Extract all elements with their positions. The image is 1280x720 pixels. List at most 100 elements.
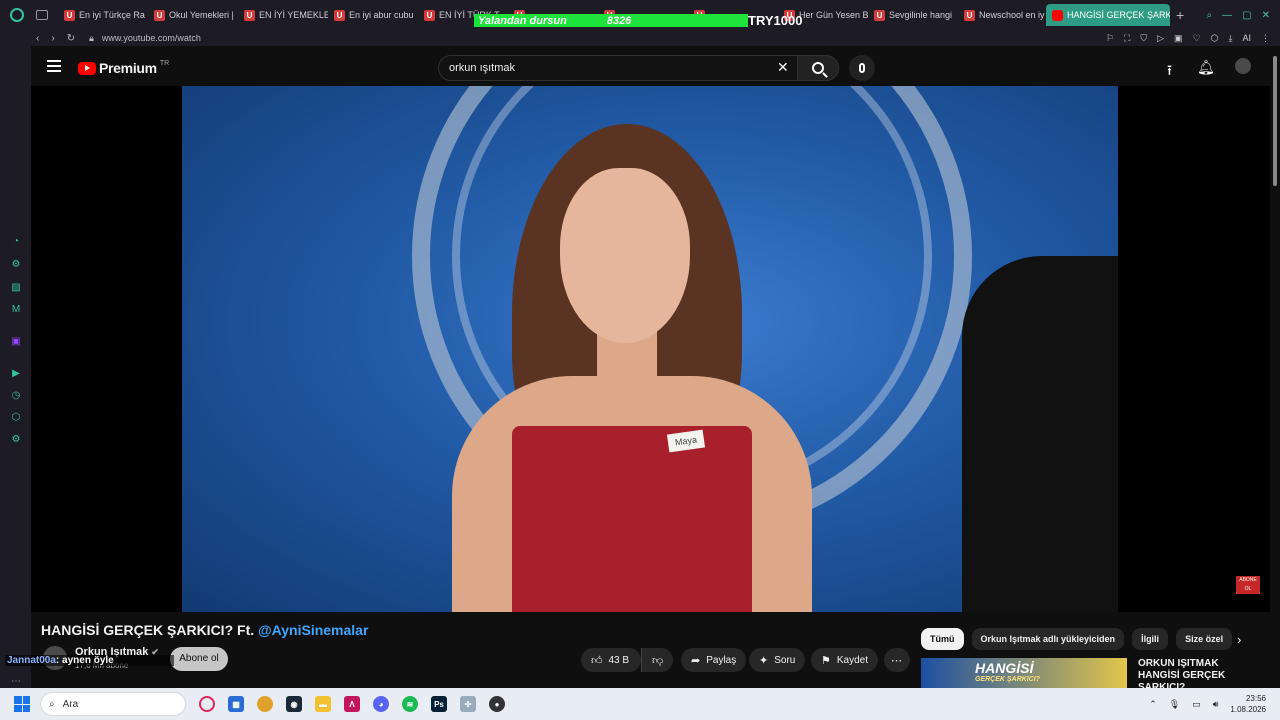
messenger-icon[interactable]: M	[10, 304, 22, 316]
taskbar-search[interactable]: ⌕ Ara	[40, 692, 186, 716]
heart-icon[interactable]: ♡	[1193, 33, 1201, 44]
address-bar: ‹ › ↻ 🔒︎ www.youtube.com/watch ⚐ ⛶ ⛉ ▷ ▣…	[0, 30, 1280, 46]
upload-icon[interactable]: ⭱	[1167, 60, 1172, 84]
chip-related[interactable]: İlgili	[1132, 628, 1169, 650]
menu-icon[interactable]	[47, 60, 61, 75]
subscribe-watermark[interactable]: ABONE OL	[1236, 576, 1260, 594]
gx-control-icon[interactable]: ⚙	[10, 259, 22, 271]
opera-gx-logo-icon[interactable]	[10, 8, 24, 22]
search-tabs-icon[interactable]: ⌕	[1207, 10, 1213, 21]
windows-start-icon[interactable]	[14, 696, 30, 712]
chip-all[interactable]: Tümü	[921, 628, 964, 650]
chevron-right-icon[interactable]: ›	[1237, 632, 1241, 647]
minimize-icon[interactable]: —	[1222, 10, 1232, 21]
browser-tab[interactable]: U Sevgilinle hangi	[868, 4, 958, 26]
app-icon[interactable]	[257, 696, 273, 712]
subscribe-button[interactable]: Abone ol	[170, 647, 228, 671]
donation-number: 8326	[606, 14, 632, 27]
lock-icon[interactable]: 🔒︎	[89, 33, 94, 44]
player-icon[interactable]: ▶	[10, 368, 22, 380]
tab-menu-icon[interactable]	[36, 10, 48, 20]
sidebar-more-icon[interactable]: ⋯	[10, 676, 22, 688]
search-input[interactable]: orkun ışıtmak	[438, 55, 798, 81]
extensions-sidebar-icon[interactable]: ⬡	[10, 412, 22, 424]
chip-for-you[interactable]: Size özel	[1176, 628, 1233, 650]
browser-tab[interactable]: U EN İYİ YEMEKLE	[238, 4, 328, 26]
network-icon[interactable]: ▭	[1192, 699, 1201, 710]
chat-message: Jannat00a: aynen öyle	[5, 655, 174, 666]
file-explorer-icon[interactable]: ▬	[315, 696, 331, 712]
spotify-icon[interactable]: ≋	[402, 696, 418, 712]
share-button[interactable]: ➦ Paylaş	[681, 648, 747, 672]
photoshop-icon[interactable]: Ps	[431, 696, 447, 712]
notifications-icon[interactable]: 🔔︎	[1197, 59, 1215, 76]
ask-button[interactable]: ✦ Soru	[749, 648, 806, 672]
shield-icon[interactable]: ⛉	[1140, 33, 1147, 44]
steam-icon[interactable]: ◉	[286, 696, 302, 712]
new-tab-icon[interactable]: +	[1176, 7, 1184, 23]
page-scrollbar[interactable]	[1270, 46, 1280, 688]
dislike-button[interactable]: 👎︎	[641, 648, 673, 672]
app-icon[interactable]: ✣	[460, 696, 476, 712]
discord-icon[interactable]: ◕	[373, 696, 389, 712]
chat-username: Jannat00a	[7, 655, 56, 666]
back-icon[interactable]: ‹	[36, 33, 39, 44]
history-icon[interactable]: ◷	[10, 390, 22, 402]
clear-search-icon[interactable]: ✕	[777, 59, 789, 76]
chevron-up-icon[interactable]: ⌃	[1149, 699, 1157, 710]
close-icon[interactable]: ✕	[1262, 10, 1270, 21]
browser-tab[interactable]: U En iyi Türkçe Ra	[58, 4, 148, 26]
opera-gx-icon[interactable]	[199, 696, 215, 712]
chip-from-uploader[interactable]: Orkun Işıtmak adlı yükleyiciden	[971, 628, 1125, 650]
twitch-icon[interactable]: ▣	[10, 336, 22, 348]
app-icon[interactable]: ●	[489, 696, 505, 712]
url-field[interactable]: www.youtube.com/watch	[102, 33, 201, 43]
store-icon[interactable]: ▦	[228, 696, 244, 712]
thumbs-down-icon: 👎︎	[652, 654, 664, 667]
tab-favicon-icon: U	[154, 9, 165, 21]
volume-icon[interactable]: 🔊︎	[1213, 699, 1219, 710]
woman-face	[560, 168, 690, 343]
save-button[interactable]: ⚑ Kaydet	[811, 648, 879, 672]
bookmark-icon[interactable]: ⚐	[1106, 33, 1114, 44]
tab-favicon-icon: U	[64, 9, 75, 21]
youtube-favicon-icon	[1052, 9, 1063, 21]
snapshot-icon[interactable]: ⛶	[1124, 33, 1130, 44]
extensions-icon[interactable]: ⬡	[1211, 33, 1219, 44]
scrollbar-thumb[interactable]	[1273, 56, 1277, 186]
news-icon[interactable]: ▨	[10, 282, 22, 294]
tab-favicon-icon: U	[244, 9, 255, 21]
reload-icon[interactable]: ↻	[67, 33, 75, 44]
mention-link[interactable]: @AyniSinemalar	[258, 622, 368, 638]
maximize-icon[interactable]: ▢	[1242, 10, 1251, 21]
play-icon[interactable]: ▷	[1157, 33, 1164, 44]
download-icon[interactable]: ⤓	[1229, 33, 1233, 44]
forward-icon[interactable]: ›	[51, 33, 54, 44]
microphone-tray-icon[interactable]: 🎙︎	[1169, 699, 1180, 710]
extension-icons: ⚐ ⛶ ⛉ ▷ ▣ ♡ ⬡ ⤓ AI ⋮	[1106, 33, 1280, 44]
donation-text: Yalandan dursun	[478, 14, 567, 27]
video-player[interactable]: Maya ABONE OL	[31, 86, 1270, 612]
more-actions-button[interactable]: ⋯	[884, 648, 910, 672]
voice-search-button[interactable]	[849, 55, 875, 81]
thumbs-up-icon: 👍︎	[591, 654, 603, 667]
wallet-icon[interactable]: ▣	[1174, 33, 1183, 44]
youtube-play-icon	[78, 61, 96, 75]
microphone-icon	[859, 63, 865, 73]
search-button[interactable]	[797, 55, 839, 81]
avatar[interactable]	[1235, 58, 1251, 74]
clock[interactable]: 23:56 1.08.2026	[1230, 693, 1266, 715]
browser-tab-active[interactable]: HANGİSİ GERÇEK ŞARKICI	[1046, 4, 1170, 26]
like-button[interactable]: 👍︎ 43 B	[581, 648, 641, 672]
video-frame[interactable]: Maya	[182, 86, 1118, 612]
browser-tab[interactable]: U En iyi abur cubu	[328, 4, 418, 26]
youtube-logo[interactable]: Premium TR	[78, 60, 169, 76]
recommendation-thumbnail[interactable]: HANGİSİ GERÇEK ŞARKICI?	[921, 658, 1127, 688]
speed-dial-icon[interactable]: ◔	[10, 236, 22, 248]
browser-tab[interactable]: U Newschool en iy	[958, 4, 1046, 26]
settings-icon[interactable]: ⚙	[10, 434, 22, 446]
ai-button[interactable]: AI	[1242, 33, 1251, 44]
browser-tab[interactable]: U Okul Yemekleri |	[148, 4, 238, 26]
more-icon[interactable]: ⋮	[1261, 33, 1270, 44]
app-icon[interactable]: Λ	[344, 696, 360, 712]
